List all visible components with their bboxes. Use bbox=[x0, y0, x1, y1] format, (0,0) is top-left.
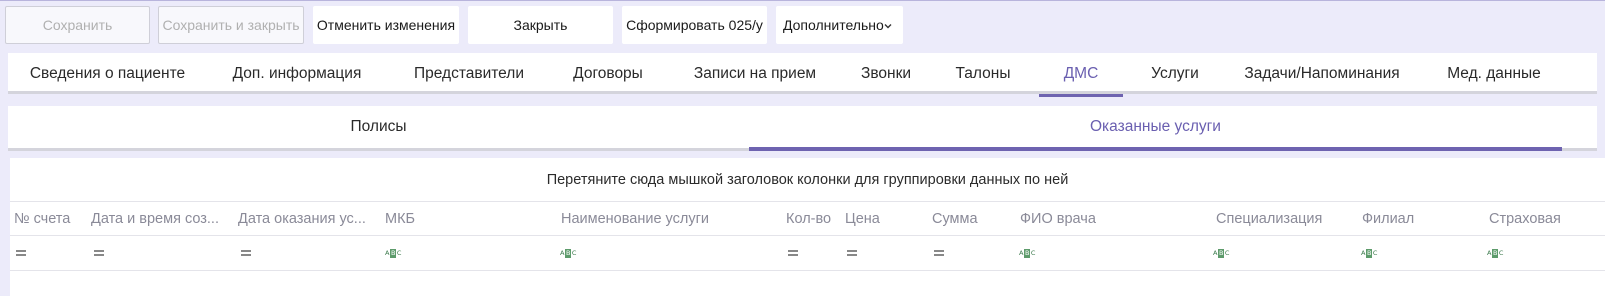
column-header-service-date[interactable]: Дата оказания ус... bbox=[238, 202, 378, 236]
save-button[interactable]: Сохранить bbox=[5, 6, 150, 44]
sub-tabs: Полисы Оказанные услуги bbox=[8, 106, 1597, 151]
text-filter-icon[interactable]: ABC bbox=[1487, 247, 1503, 259]
close-button[interactable]: Закрыть bbox=[468, 6, 613, 44]
tab-policies[interactable]: Полисы bbox=[8, 106, 749, 148]
tab-medical-data[interactable]: Мед. данные bbox=[1432, 53, 1556, 94]
column-header-branch[interactable]: Филиал bbox=[1362, 202, 1482, 236]
services-grid: Перетяните сюда мышкой заголовок колонки… bbox=[10, 158, 1605, 296]
tab-dms[interactable]: ДМС bbox=[1039, 53, 1123, 97]
more-dropdown-label: Дополнительно bbox=[783, 17, 884, 33]
equals-filter-icon[interactable] bbox=[847, 247, 859, 259]
chevron-down-icon bbox=[884, 24, 892, 29]
text-filter-icon[interactable]: ABC bbox=[560, 247, 576, 259]
more-dropdown[interactable]: Дополнительно bbox=[776, 6, 903, 44]
save-and-close-button[interactable]: Сохранить и закрыть bbox=[158, 6, 304, 44]
equals-filter-icon[interactable] bbox=[788, 247, 800, 259]
equals-filter-icon[interactable] bbox=[94, 247, 106, 259]
column-header-sum[interactable]: Сумма bbox=[932, 202, 1012, 236]
equals-filter-icon[interactable] bbox=[16, 247, 28, 259]
tab-contracts[interactable]: Договоры bbox=[554, 53, 662, 94]
text-filter-icon[interactable]: ABC bbox=[1361, 247, 1377, 259]
grid-header-row: № счета Дата и время соз... Дата оказани… bbox=[10, 202, 1605, 236]
cancel-changes-button[interactable]: Отменить изменения bbox=[313, 6, 459, 44]
equals-filter-icon[interactable] bbox=[241, 247, 253, 259]
tab-patient-info[interactable]: Сведения о пациенте bbox=[8, 53, 207, 94]
column-header-insurance[interactable]: Страховая bbox=[1489, 202, 1605, 236]
column-header-icd[interactable]: МКБ bbox=[385, 202, 545, 236]
tab-tickets[interactable]: Талоны bbox=[943, 53, 1023, 94]
tab-additional-info[interactable]: Доп. информация bbox=[217, 53, 377, 94]
text-filter-icon[interactable]: ABC bbox=[1213, 247, 1229, 259]
column-header-service-name[interactable]: Наименование услуги bbox=[561, 202, 771, 236]
tab-appointments[interactable]: Записи на прием bbox=[676, 53, 834, 94]
tab-calls[interactable]: Звонки bbox=[848, 53, 924, 94]
column-header-invoice-number[interactable]: № счета bbox=[14, 202, 86, 236]
tab-tasks-reminders[interactable]: Задачи/Напоминания bbox=[1229, 53, 1415, 94]
toolbar: Сохранить Сохранить и закрыть Отменить и… bbox=[0, 0, 1605, 50]
tab-provided-services[interactable]: Оказанные услуги bbox=[749, 106, 1562, 151]
column-header-quantity[interactable]: Кол-во bbox=[786, 202, 842, 236]
text-filter-icon[interactable]: ABC bbox=[1019, 247, 1035, 259]
text-filter-icon[interactable]: ABC bbox=[385, 247, 401, 259]
grid-filter-row: ABC ABC ABC ABC ABC ABC bbox=[10, 236, 1605, 271]
main-tabs: Сведения о пациенте Доп. информация Пред… bbox=[8, 53, 1597, 97]
column-header-doctor-name[interactable]: ФИО врача bbox=[1020, 202, 1200, 236]
equals-filter-icon[interactable] bbox=[934, 247, 946, 259]
form-025-button[interactable]: Сформировать 025/у bbox=[622, 6, 767, 44]
column-header-created-datetime[interactable]: Дата и время соз... bbox=[91, 202, 231, 236]
tab-representatives[interactable]: Представители bbox=[395, 53, 543, 94]
group-by-panel[interactable]: Перетяните сюда мышкой заголовок колонки… bbox=[10, 158, 1605, 202]
column-header-price[interactable]: Цена bbox=[845, 202, 925, 236]
column-header-specialization[interactable]: Специализация bbox=[1216, 202, 1356, 236]
tab-services[interactable]: Услуги bbox=[1132, 53, 1218, 94]
